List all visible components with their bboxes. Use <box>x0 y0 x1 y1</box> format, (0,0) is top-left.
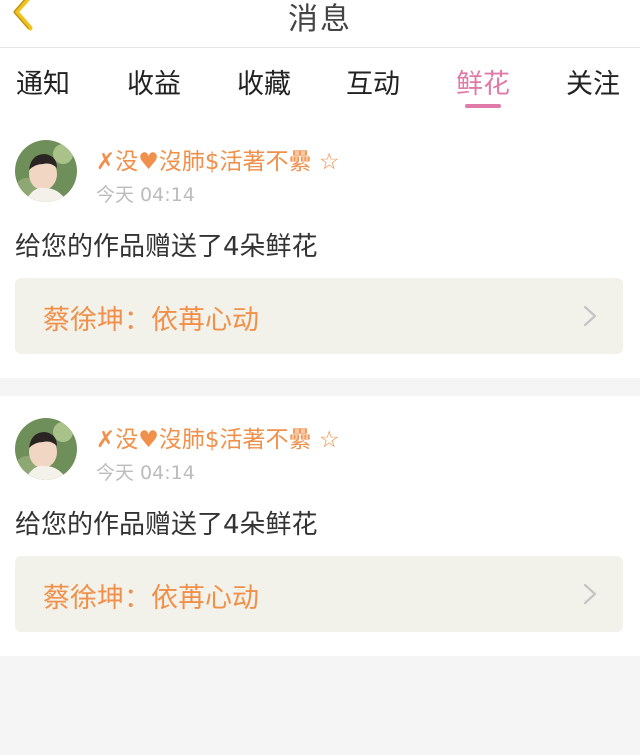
tab-label: 通知 <box>16 69 70 100</box>
header-bar: 消息 <box>0 0 640 48</box>
sender-username[interactable]: ✗没♥沒肺$活著不纍 ☆ <box>96 142 339 176</box>
chevron-right-icon <box>583 583 597 605</box>
tab-bar: 通知 收益 收藏 互动 鲜花 关注 <box>0 48 640 118</box>
work-link[interactable]: 蔡徐坤：依苒心动 <box>15 556 623 632</box>
notification-card: ✗没♥沒肺$活著不纍 ☆ 今天 04:14 给您的作品赠送了4朵鲜花 蔡徐坤：依… <box>0 118 640 378</box>
notification-message: 给您的作品赠送了4朵鲜花 <box>15 510 318 540</box>
tab-label: 收益 <box>127 69 181 100</box>
avatar[interactable] <box>15 140 77 202</box>
tab-flowers[interactable]: 鲜花 <box>443 62 523 110</box>
notification-card: ✗没♥沒肺$活著不纍 ☆ 今天 04:14 给您的作品赠送了4朵鲜花 蔡徐坤：依… <box>0 396 640 656</box>
messages-screen: 消息 通知 收益 收藏 互动 鲜花 关注 ✗没♥沒肺$活著不纍 ☆ 今天 04:… <box>0 0 640 755</box>
tab-label: 关注 <box>566 69 620 100</box>
timestamp: 今天 04:14 <box>96 184 195 206</box>
tab-label: 鲜花 <box>456 69 510 100</box>
work-link[interactable]: 蔡徐坤：依苒心动 <box>15 278 623 354</box>
tab-label: 收藏 <box>237 69 291 100</box>
tab-notifications[interactable]: 通知 <box>3 62 83 110</box>
tab-following[interactable]: 关注 <box>553 62 633 110</box>
work-title: 蔡徐坤：依苒心动 <box>43 583 259 614</box>
page-title: 消息 <box>288 2 352 37</box>
timestamp: 今天 04:14 <box>96 462 195 484</box>
tab-earnings[interactable]: 收益 <box>114 62 194 110</box>
chevron-right-icon <box>583 305 597 327</box>
active-tab-indicator <box>465 104 501 108</box>
tab-label: 互动 <box>346 69 400 100</box>
work-title: 蔡徐坤：依苒心动 <box>43 305 259 336</box>
tab-interactions[interactable]: 互动 <box>333 62 413 110</box>
notification-message: 给您的作品赠送了4朵鲜花 <box>15 232 318 262</box>
avatar[interactable] <box>15 418 77 480</box>
tab-favorites[interactable]: 收藏 <box>224 62 304 110</box>
sender-username[interactable]: ✗没♥沒肺$活著不纍 ☆ <box>96 420 339 454</box>
